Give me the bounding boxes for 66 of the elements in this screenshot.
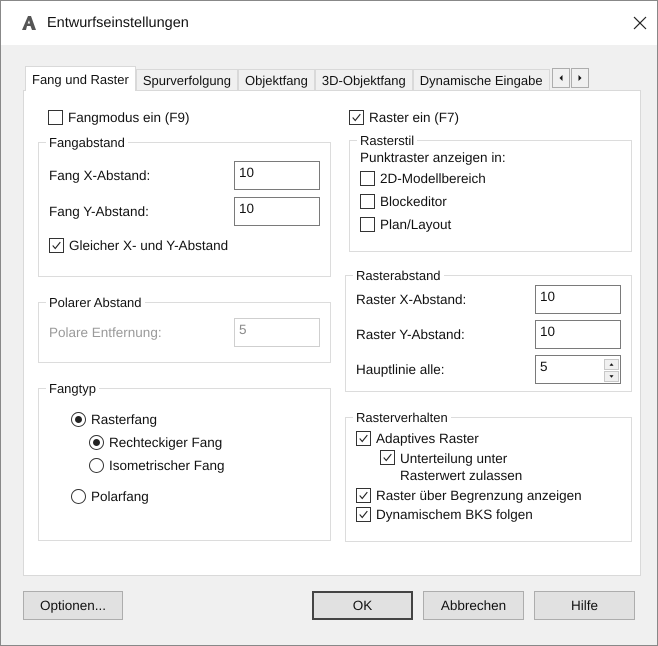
checkbox-label: Fangmodus ein (F9) — [68, 110, 190, 125]
radio-label: Rasterfang — [91, 412, 158, 427]
checkbox-label: Raster ein (F7) — [368, 110, 460, 125]
checkbox[interactable] — [356, 507, 371, 522]
checkbox-label: Raster über Begrenzung anzeigen — [376, 488, 582, 503]
check-icon — [358, 509, 369, 520]
checkbox[interactable] — [49, 238, 64, 253]
checkbox[interactable] — [360, 171, 375, 186]
tab[interactable]: Objektfang — [238, 69, 315, 90]
scroll-right-icon[interactable] — [570, 68, 589, 88]
group-title: Polarer Abstand — [48, 295, 143, 310]
checkbox-label: Adaptives Raster — [376, 431, 479, 446]
dialog-button[interactable]: OK — [312, 591, 413, 620]
input-field[interactable]: 10 — [234, 197, 320, 226]
checkbox[interactable] — [356, 488, 371, 503]
checkbox-label: Plan/Layout — [380, 217, 452, 232]
checkbox[interactable] — [360, 194, 375, 209]
input-field[interactable]: 10 — [234, 161, 320, 190]
checkbox[interactable] — [356, 431, 371, 446]
dialog-button[interactable]: Abbrechen — [423, 591, 524, 620]
radio-label: Polarfang — [91, 489, 149, 504]
checkbox-label: 2D-Modellbereich — [380, 171, 486, 186]
spinner-field[interactable]: 5 — [535, 355, 621, 384]
checkbox-label: Blockeditor — [380, 194, 447, 209]
field-label: Fang X-Abstand: — [49, 168, 150, 183]
group-title: Fangtyp — [48, 381, 97, 396]
tab[interactable]: Dynamische Eingabe — [412, 69, 550, 90]
field-label: Fang Y-Abstand: — [49, 204, 149, 219]
input-field[interactable]: 10 — [535, 320, 621, 349]
checkbox-label: Unterteilung unter Rasterwert zulassen — [400, 450, 524, 484]
field-label: Raster Y-Abstand: — [356, 327, 465, 342]
radio-button[interactable] — [71, 412, 86, 427]
tab[interactable]: Spurverfolgung — [136, 69, 238, 90]
group-title: Rasterabstand — [354, 268, 442, 283]
dialog-button[interactable]: Optionen... — [23, 591, 123, 620]
field-label: Polare Entfernung: — [49, 325, 162, 340]
dialog-button[interactable]: Hilfe — [534, 591, 635, 620]
checkbox[interactable] — [348, 110, 364, 125]
radio-label: Rechteckiger Fang — [109, 435, 222, 450]
checkbox-label: Gleicher X- und Y-Abstand — [69, 238, 228, 253]
caption: Punktraster anzeigen in: — [360, 150, 507, 165]
check-icon — [358, 490, 369, 501]
scroll-left-icon[interactable] — [552, 68, 570, 88]
field-label: Hauptlinie alle: — [356, 362, 445, 377]
checkbox[interactable] — [360, 217, 375, 232]
app-icon — [21, 15, 37, 31]
radio-label: Isometrischer Fang — [109, 458, 225, 473]
checkbox-label: Dynamischem BKS folgen — [376, 507, 533, 522]
radio-button[interactable] — [89, 435, 104, 450]
input-field[interactable]: 10 — [535, 285, 621, 314]
tab[interactable]: Fang und Raster — [25, 66, 136, 91]
check-icon — [382, 452, 393, 463]
group-title: Rasterverhalten — [354, 410, 449, 425]
check-icon — [358, 433, 369, 444]
group-title: Fangabstand — [48, 135, 126, 150]
check-icon — [350, 112, 362, 123]
group-title: Rasterstil — [358, 133, 416, 148]
checkbox[interactable] — [48, 110, 63, 125]
radio-button[interactable] — [71, 489, 86, 504]
window-title: Entwurfseinstellungen — [47, 15, 190, 31]
radio-button[interactable] — [89, 458, 104, 473]
check-icon — [51, 240, 62, 251]
field-label: Raster X-Abstand: — [356, 292, 466, 307]
close-icon[interactable] — [633, 16, 647, 30]
checkbox[interactable] — [380, 450, 395, 465]
tab[interactable]: 3D-Objektfang — [314, 69, 413, 90]
